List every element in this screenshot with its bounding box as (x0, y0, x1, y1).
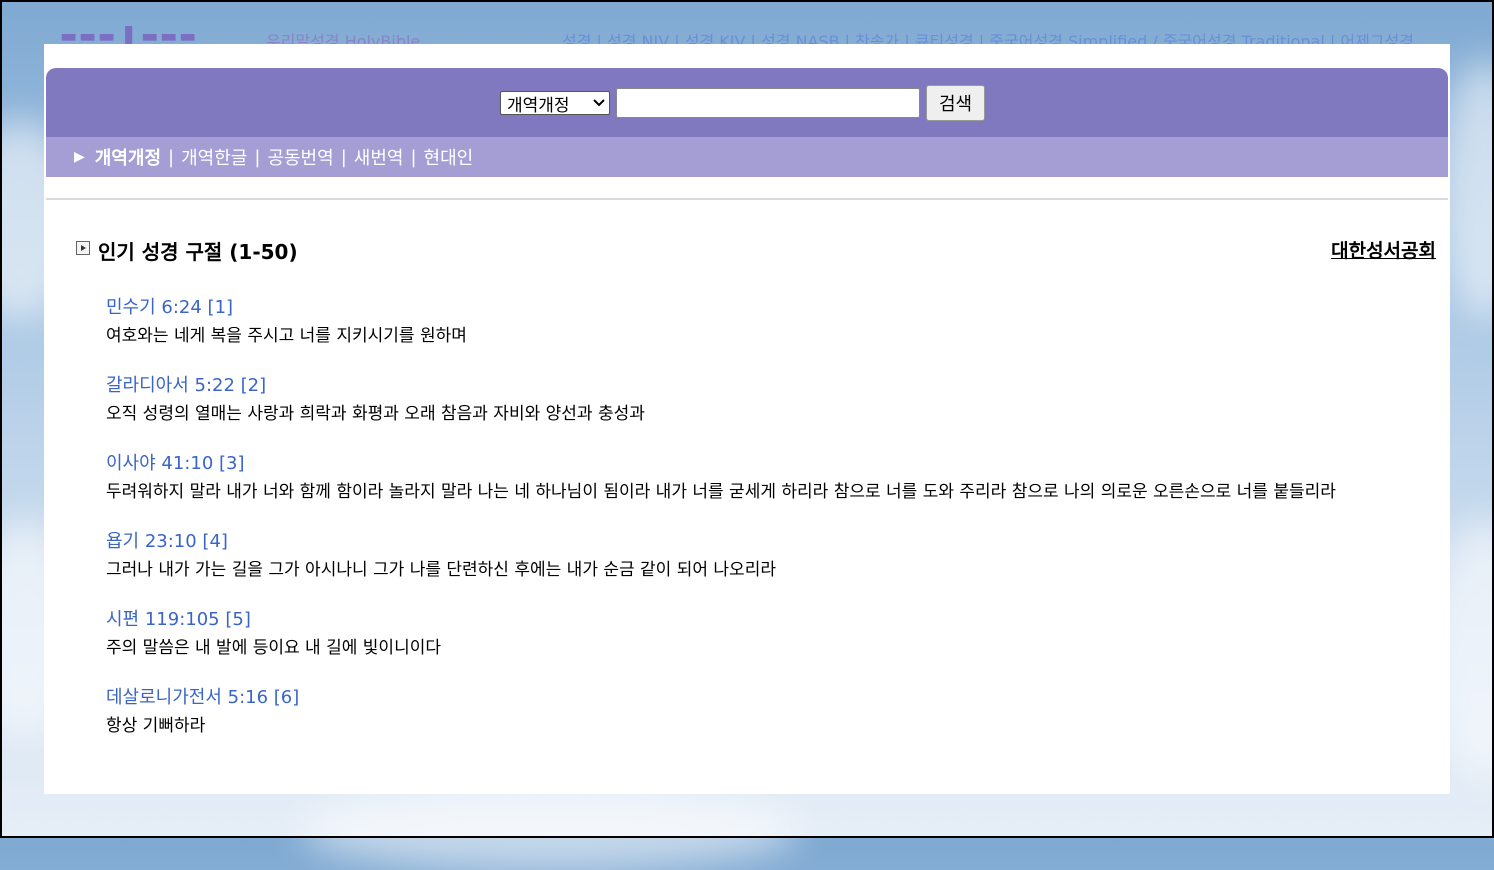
version-select[interactable]: 개역개정 (500, 91, 610, 116)
play-icon (76, 240, 90, 255)
verse-text: 항상 기뻐하라 (106, 716, 206, 736)
tab-separator: | (168, 146, 175, 168)
section-heading: 인기 성경 구절 (1-50) (76, 236, 298, 265)
search-bar: 개역개정 검색 (46, 68, 1448, 137)
page-title: 인기 성경 구절 (1-50) (98, 240, 298, 264)
verse-reference-link[interactable]: 데살로니가전서 5:16 [6] (106, 684, 1386, 712)
chevron-down-icon (593, 96, 605, 110)
tab-gaeyeok-hangeul[interactable]: 개역한글 (181, 144, 247, 170)
list-item: 데살로니가전서 5:16 [6] 항상 기뻐하라 (106, 684, 1386, 740)
translation-tabs: ▶ 개역개정 | 개역한글 | 공동번역 | 새번역 | 현대인 (46, 137, 1448, 177)
search-button[interactable]: 검색 (926, 85, 986, 121)
search-input[interactable] (616, 88, 920, 118)
list-item: 이사야 41:10 [3] 두려워하지 말라 내가 너와 함께 함이라 놀라지 … (106, 450, 1386, 506)
verse-list: 민수기 6:24 [1] 여호와는 네게 복을 주시고 너를 지키시기를 원하며… (106, 294, 1386, 762)
site-logo[interactable]: ▬▬▬ ▌▬▬▬ (60, 26, 198, 44)
site-tagline: 우리말성경 HolyBible (266, 32, 421, 44)
background-cloud (300, 790, 800, 870)
verse-reference-link[interactable]: 시편 119:105 [5] (106, 606, 1386, 634)
tab-gongdong-beonyeok[interactable]: 공동번역 (267, 144, 333, 170)
list-item: 시편 119:105 [5] 주의 말씀은 내 발에 등이요 내 길에 빛이니이… (106, 606, 1386, 662)
verse-text: 두려워하지 말라 내가 너와 함께 함이라 놀라지 말라 나는 네 하나님이 됨… (106, 482, 1336, 502)
triangle-right-icon: ▶ (74, 149, 85, 165)
verse-reference-link[interactable]: 민수기 6:24 [1] (106, 294, 1386, 322)
verse-text: 그러나 내가 가는 길을 그가 아시나니 그가 나를 단련하신 후에는 내가 순… (106, 560, 776, 580)
verse-text: 여호와는 네게 복을 주시고 너를 지키시기를 원하며 (106, 326, 467, 346)
verse-reference-link[interactable]: 갈라디아서 5:22 [2] (106, 372, 1386, 400)
tab-separator: | (410, 146, 417, 168)
main-content-panel: 개역개정 검색 ▶ 개역개정 | 개역한글 | 공동번역 | 새번역 | 현대인… (44, 44, 1450, 794)
top-navigation-strip: ▬▬▬ ▌▬▬▬ 우리말성경 HolyBible 성경 | 성경 NIV | 성… (44, 26, 1450, 44)
list-item: 갈라디아서 5:22 [2] 오직 성령의 열매는 사랑과 희락과 화평과 오래… (106, 372, 1386, 428)
tab-hyeondaein[interactable]: 현대인 (424, 144, 474, 170)
tab-separator: | (340, 146, 347, 168)
tab-gaeyeok-gaejeong[interactable]: 개역개정 (95, 144, 161, 170)
divider (46, 198, 1448, 200)
top-version-links[interactable]: 성경 | 성경 NIV | 성경 KJV | 성경 NASB | 찬송가 | 큐… (562, 28, 1414, 44)
verse-text: 오직 성령의 열매는 사랑과 희락과 화평과 오래 참음과 자비와 양선과 충성… (106, 404, 645, 424)
publisher-link[interactable]: 대한성서공회 (1331, 236, 1436, 263)
tab-saebeonyeok[interactable]: 새번역 (354, 144, 404, 170)
verse-reference-link[interactable]: 이사야 41:10 [3] (106, 450, 1386, 478)
verse-reference-link[interactable]: 욥기 23:10 [4] (106, 528, 1386, 556)
version-select-value: 개역개정 (507, 95, 570, 116)
list-item: 민수기 6:24 [1] 여호와는 네게 복을 주시고 너를 지키시기를 원하며 (106, 294, 1386, 350)
verse-text: 주의 말씀은 내 발에 등이요 내 길에 빛이니이다 (106, 638, 441, 658)
list-item: 욥기 23:10 [4] 그러나 내가 가는 길을 그가 아시나니 그가 나를 … (106, 528, 1386, 584)
tab-separator: | (254, 146, 261, 168)
